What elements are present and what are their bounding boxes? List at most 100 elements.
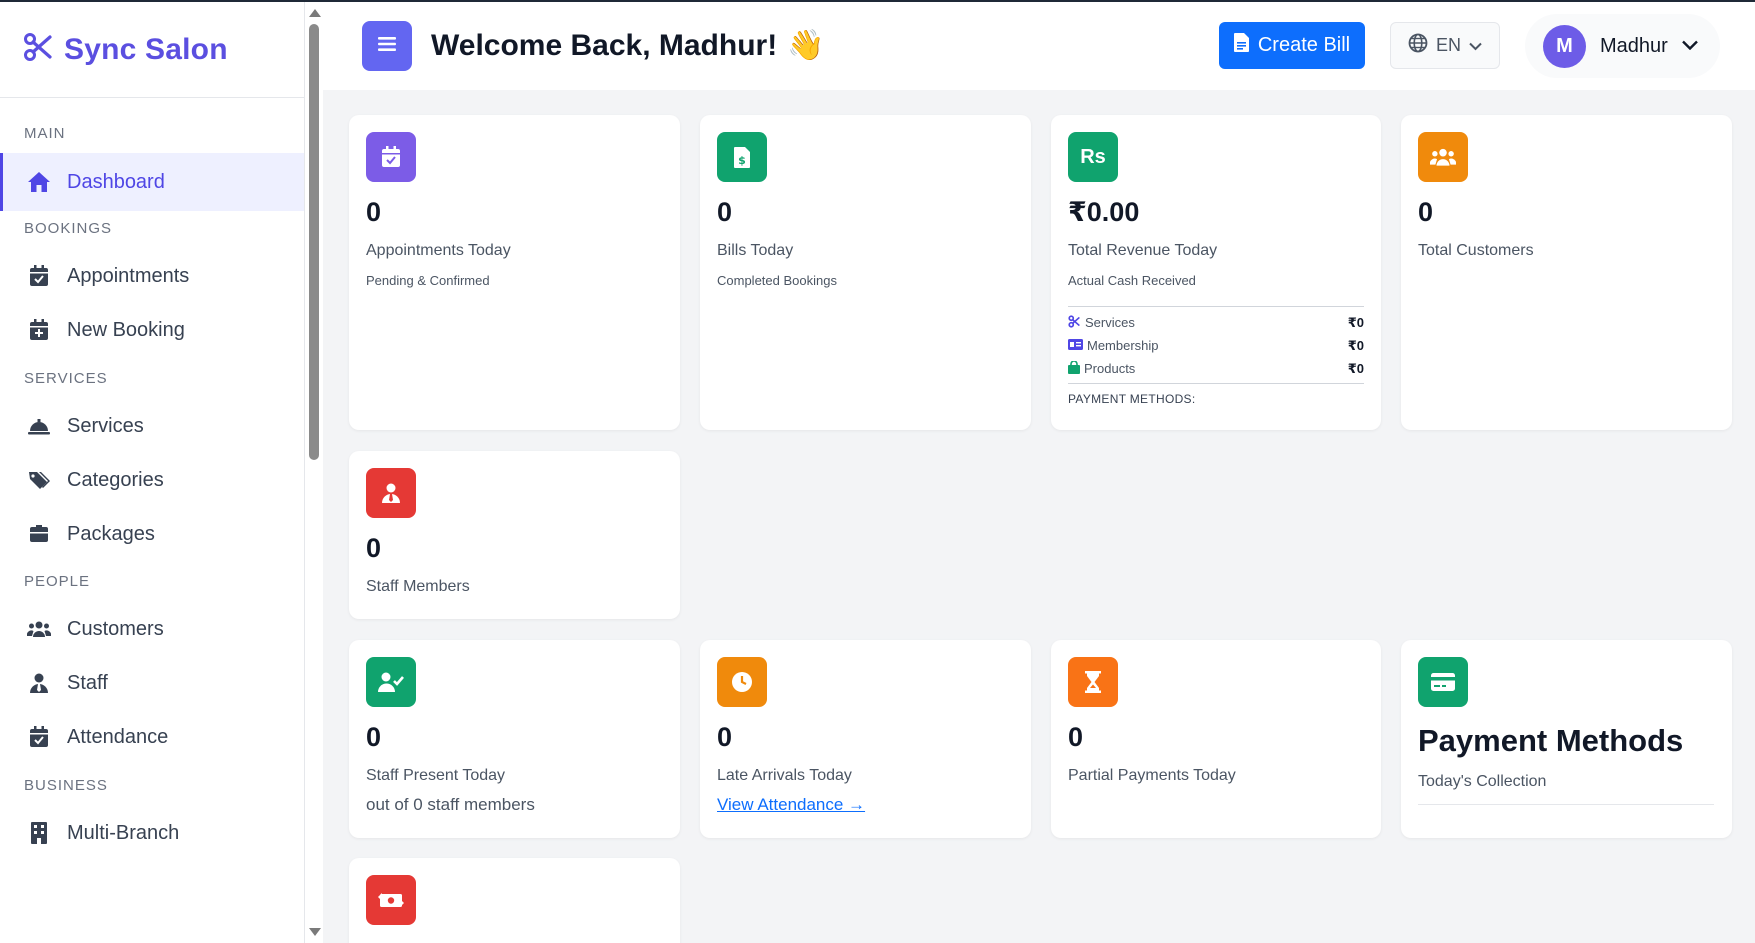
user-name: Madhur bbox=[1600, 34, 1668, 57]
staff-present-card[interactable]: 0 Staff Present Today out of 0 staff mem… bbox=[349, 640, 680, 838]
avatar: M bbox=[1543, 24, 1586, 68]
sidebar-item-label: Categories bbox=[67, 468, 164, 491]
brand-name: Sync Salon bbox=[64, 32, 228, 66]
card-value: ₹0.00 bbox=[1068, 197, 1140, 227]
sidebar-item-new-booking[interactable]: New Booking bbox=[0, 301, 304, 359]
card-subtext: out of 0 staff members bbox=[366, 795, 535, 814]
service-bell-icon bbox=[27, 414, 51, 438]
revenue-row-products: Products ₹0 bbox=[1068, 357, 1364, 380]
user-tie-icon bbox=[366, 468, 416, 518]
revenue-row-amount: ₹0 bbox=[1347, 337, 1364, 353]
revenue-breakdown: Services ₹0 Membership ₹0 Products ₹0 bbox=[1068, 306, 1364, 384]
view-attendance-link[interactable]: View Attendance → bbox=[717, 795, 865, 815]
window-top-border bbox=[0, 0, 1755, 2]
payment-methods-label: PAYMENT METHODS: bbox=[1068, 392, 1196, 406]
card-label: Staff Members bbox=[366, 578, 470, 595]
scroll-down-arrow-icon[interactable] bbox=[309, 928, 321, 936]
revenue-row-services: Services ₹0 bbox=[1068, 311, 1364, 334]
id-card-icon bbox=[1068, 338, 1087, 353]
section-label-services: SERVICES bbox=[24, 370, 108, 387]
sidebar-item-label: New Booking bbox=[67, 318, 185, 341]
scroll-up-arrow-icon[interactable] bbox=[309, 9, 321, 17]
sidebar-item-staff[interactable]: Staff bbox=[0, 654, 304, 712]
sidebar-item-categories[interactable]: Categories bbox=[0, 451, 304, 509]
section-label-people: PEOPLE bbox=[24, 573, 91, 590]
scroll-thumb[interactable] bbox=[309, 24, 319, 460]
bills-today-card[interactable]: $ 0 Bills Today Completed Bookings bbox=[700, 115, 1031, 430]
sidebar-item-multi-branch[interactable]: Multi-Branch bbox=[0, 804, 304, 862]
user-check-icon bbox=[366, 657, 416, 707]
scissors-icon bbox=[1068, 314, 1085, 331]
payment-methods-subtitle: Today's Collection bbox=[1418, 773, 1547, 790]
late-arrivals-card[interactable]: 0 Late Arrivals Today View Attendance → bbox=[700, 640, 1031, 838]
credit-card-icon bbox=[1418, 657, 1468, 707]
user-tie-icon bbox=[27, 671, 51, 695]
total-revenue-card[interactable]: Rs ₹0.00 Total Revenue Today Actual Cash… bbox=[1051, 115, 1381, 430]
card-label: Total Revenue Today bbox=[1068, 242, 1218, 259]
users-icon bbox=[27, 617, 51, 641]
divider bbox=[1418, 804, 1714, 805]
revenue-row-label: Products bbox=[1084, 361, 1136, 376]
hamburger-icon bbox=[378, 36, 396, 57]
sidebar-item-services[interactable]: Services bbox=[0, 397, 304, 455]
language-selector[interactable]: EN bbox=[1390, 22, 1500, 69]
sidebar-item-label: Staff bbox=[67, 671, 108, 694]
building-icon bbox=[27, 821, 51, 845]
card-subtext: Pending & Confirmed bbox=[366, 273, 490, 288]
home-icon bbox=[27, 170, 51, 194]
appointments-today-card[interactable]: 0 Appointments Today Pending & Confirmed bbox=[349, 115, 680, 430]
card-label: Late Arrivals Today bbox=[717, 767, 852, 784]
calendar-plus-icon bbox=[27, 318, 51, 342]
refunds-card[interactable] bbox=[349, 858, 680, 943]
calendar-check-icon bbox=[27, 725, 51, 749]
card-value: 0 bbox=[366, 722, 382, 752]
card-label: Partial Payments Today bbox=[1068, 767, 1236, 784]
payment-methods-title: Payment Methods bbox=[1418, 723, 1684, 758]
sidebar-item-packages[interactable]: Packages bbox=[0, 505, 304, 563]
sidebar: Sync Salon MAIN Dashboard BOOKINGS Appoi… bbox=[0, 2, 305, 943]
sidebar-scrollbar[interactable] bbox=[305, 2, 323, 943]
section-label-main: MAIN bbox=[24, 125, 66, 142]
card-value: 0 bbox=[366, 533, 382, 563]
sidebar-item-appointments[interactable]: Appointments bbox=[0, 247, 304, 305]
staff-members-card[interactable]: 0 Staff Members bbox=[349, 451, 680, 619]
sidebar-item-dashboard[interactable]: Dashboard bbox=[0, 153, 304, 211]
section-label-business: BUSINESS bbox=[24, 777, 108, 794]
sidebar-item-label: Dashboard bbox=[67, 170, 165, 193]
section-label-bookings: BOOKINGS bbox=[24, 220, 113, 237]
chevron-down-icon bbox=[1469, 35, 1482, 56]
page-title: Welcome Back, Madhur! 👋 bbox=[431, 28, 825, 63]
sidebar-item-label: Services bbox=[67, 414, 144, 437]
revenue-row-label: Services bbox=[1085, 315, 1135, 330]
money-bill-refund-icon bbox=[366, 875, 416, 925]
user-menu[interactable]: M Madhur bbox=[1525, 14, 1720, 78]
sidebar-item-attendance[interactable]: Attendance bbox=[0, 708, 304, 766]
calendar-check-icon bbox=[366, 132, 416, 182]
card-value: 0 bbox=[717, 722, 733, 752]
payment-methods-card[interactable]: Payment Methods Today's Collection bbox=[1401, 640, 1732, 838]
top-header: Welcome Back, Madhur! 👋 Create Bill EN M … bbox=[323, 2, 1755, 90]
create-bill-button[interactable]: Create Bill bbox=[1219, 22, 1365, 69]
revenue-row-amount: ₹0 bbox=[1347, 314, 1364, 330]
users-icon bbox=[1418, 132, 1468, 182]
sidebar-item-label: Customers bbox=[67, 617, 164, 640]
hourglass-icon bbox=[1068, 657, 1118, 707]
sidebar-item-customers[interactable]: Customers bbox=[0, 600, 304, 658]
card-value: 0 bbox=[1418, 197, 1434, 227]
calendar-check-icon bbox=[27, 264, 51, 288]
revenue-row-amount: ₹0 bbox=[1347, 360, 1364, 376]
sidebar-item-label: Packages bbox=[67, 522, 155, 545]
file-invoice-dollar-icon: $ bbox=[717, 132, 767, 182]
partial-payments-card[interactable]: 0 Partial Payments Today bbox=[1051, 640, 1381, 838]
welcome-text: Welcome Back, Madhur! bbox=[431, 29, 778, 62]
language-label: EN bbox=[1435, 35, 1461, 55]
create-bill-label: Create Bill bbox=[1257, 34, 1351, 56]
total-customers-card[interactable]: 0 Total Customers bbox=[1401, 115, 1732, 430]
card-label: Bills Today bbox=[717, 242, 794, 259]
sidebar-item-label: Appointments bbox=[67, 264, 190, 287]
menu-toggle-button[interactable] bbox=[362, 21, 412, 71]
svg-text:$: $ bbox=[738, 154, 746, 167]
brand[interactable]: Sync Salon bbox=[0, 2, 304, 98]
waving-hand-icon: 👋 bbox=[787, 29, 825, 62]
tags-icon bbox=[27, 468, 51, 492]
